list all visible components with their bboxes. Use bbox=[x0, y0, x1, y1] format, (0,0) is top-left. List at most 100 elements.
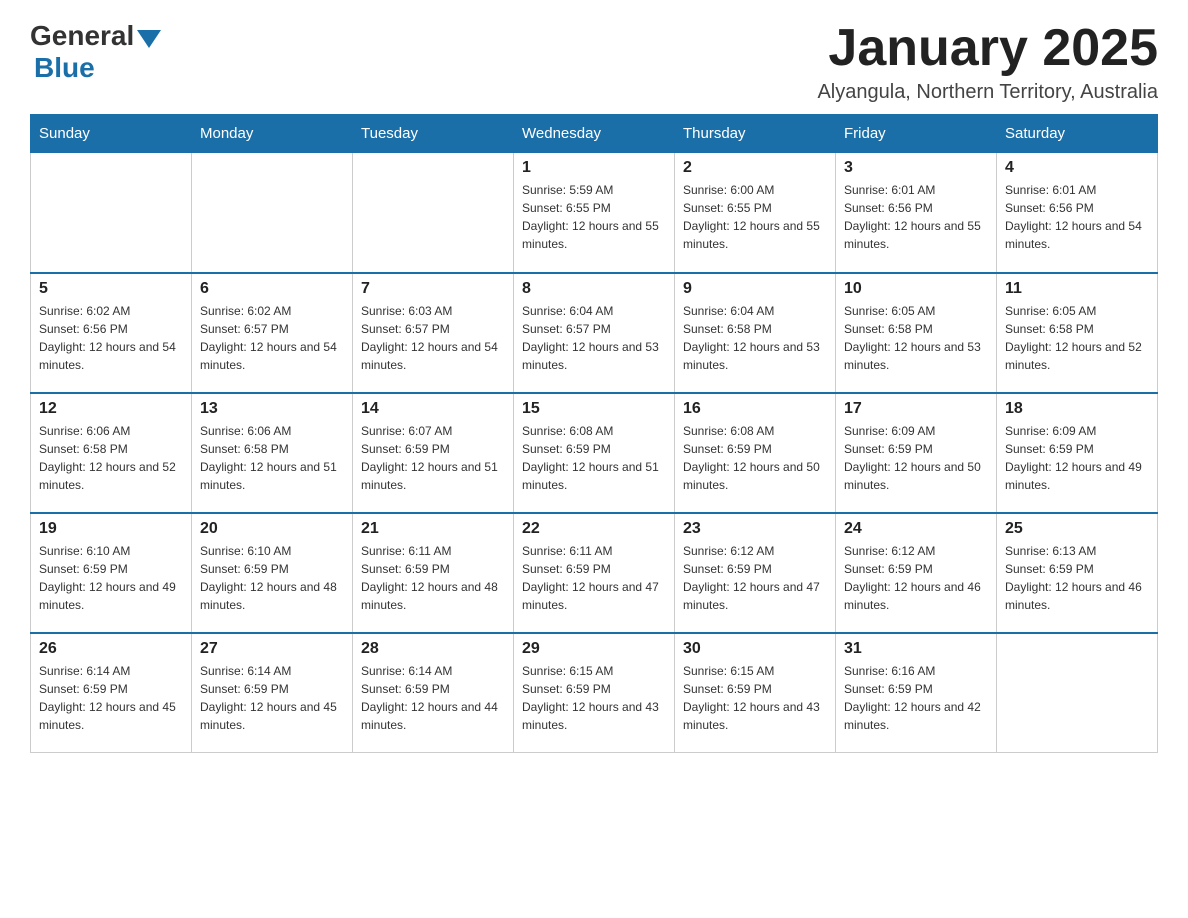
calendar-day-cell: 16 Sunrise: 6:08 AMSunset: 6:59 PMDayligh… bbox=[675, 393, 836, 513]
calendar-day-cell: 11 Sunrise: 6:05 AMSunset: 6:58 PMDayligh… bbox=[997, 273, 1158, 393]
day-info: Sunrise: 6:14 AMSunset: 6:59 PMDaylight:… bbox=[361, 662, 505, 734]
day-number: 25 bbox=[1005, 520, 1149, 538]
day-info: Sunrise: 6:10 AMSunset: 6:59 PMDaylight:… bbox=[39, 542, 183, 614]
day-number: 2 bbox=[683, 159, 827, 177]
calendar-day-cell: 13 Sunrise: 6:06 AMSunset: 6:58 PMDayligh… bbox=[192, 393, 353, 513]
calendar-day-cell: 22 Sunrise: 6:11 AMSunset: 6:59 PMDayligh… bbox=[514, 513, 675, 633]
calendar-day-cell: 18Sunrise: 6:09 AMSunset: 6:59 PMDayligh… bbox=[997, 393, 1158, 513]
day-info: Sunrise: 6:04 AMSunset: 6:57 PMDaylight:… bbox=[522, 302, 666, 374]
calendar-day-cell: 12 Sunrise: 6:06 AMSunset: 6:58 PMDayligh… bbox=[31, 393, 192, 513]
calendar-week-row: 5Sunrise: 6:02 AMSunset: 6:56 PMDaylight… bbox=[31, 273, 1158, 393]
calendar-day-header: Sunday bbox=[31, 115, 192, 153]
day-info: Sunrise: 6:06 AMSunset: 6:58 PMDaylight:… bbox=[39, 422, 183, 494]
calendar-day-header: Friday bbox=[836, 115, 997, 153]
day-number: 4 bbox=[1005, 159, 1149, 177]
day-info: Sunrise: 6:09 AMSunset: 6:59 PMDaylight:… bbox=[844, 422, 988, 494]
calendar-day-header: Monday bbox=[192, 115, 353, 153]
day-number: 15 bbox=[522, 400, 666, 418]
day-info: Sunrise: 6:01 AMSunset: 6:56 PMDaylight:… bbox=[844, 181, 988, 253]
calendar-day-header: Thursday bbox=[675, 115, 836, 153]
calendar-day-cell: 7 Sunrise: 6:03 AMSunset: 6:57 PMDaylight… bbox=[353, 273, 514, 393]
day-number: 8 bbox=[522, 280, 666, 298]
day-info: Sunrise: 6:05 AMSunset: 6:58 PMDaylight:… bbox=[844, 302, 988, 374]
calendar-day-cell: 2 Sunrise: 6:00 AMSunset: 6:55 PMDaylight… bbox=[675, 153, 836, 273]
page-header: General Blue January 2025 Alyangula, Nor… bbox=[30, 20, 1158, 104]
calendar-day-cell: 17 Sunrise: 6:09 AMSunset: 6:59 PMDayligh… bbox=[836, 393, 997, 513]
logo-blue-text: Blue bbox=[34, 52, 95, 83]
day-info: Sunrise: 6:11 AMSunset: 6:59 PMDaylight:… bbox=[361, 542, 505, 614]
calendar-day-cell: 25 Sunrise: 6:13 AMSunset: 6:59 PMDayligh… bbox=[997, 513, 1158, 633]
calendar-day-cell bbox=[997, 633, 1158, 753]
calendar-week-row: 19Sunrise: 6:10 AMSunset: 6:59 PMDayligh… bbox=[31, 513, 1158, 633]
day-info: Sunrise: 6:03 AMSunset: 6:57 PMDaylight:… bbox=[361, 302, 505, 374]
calendar-day-cell: 9Sunrise: 6:04 AMSunset: 6:58 PMDaylight… bbox=[675, 273, 836, 393]
day-number: 26 bbox=[39, 640, 183, 658]
day-info: Sunrise: 6:01 AMSunset: 6:56 PMDaylight:… bbox=[1005, 181, 1149, 253]
calendar-day-cell: 15 Sunrise: 6:08 AMSunset: 6:59 PMDayligh… bbox=[514, 393, 675, 513]
day-number: 27 bbox=[200, 640, 344, 658]
day-number: 12 bbox=[39, 400, 183, 418]
calendar-day-cell: 20 Sunrise: 6:10 AMSunset: 6:59 PMDayligh… bbox=[192, 513, 353, 633]
calendar-week-row: 1Sunrise: 5:59 AMSunset: 6:55 PMDaylight… bbox=[31, 153, 1158, 273]
calendar-week-row: 12 Sunrise: 6:06 AMSunset: 6:58 PMDayligh… bbox=[31, 393, 1158, 513]
calendar-day-cell: 27 Sunrise: 6:14 AMSunset: 6:59 PMDayligh… bbox=[192, 633, 353, 753]
day-info: Sunrise: 6:13 AMSunset: 6:59 PMDaylight:… bbox=[1005, 542, 1149, 614]
day-info: Sunrise: 6:12 AMSunset: 6:59 PMDaylight:… bbox=[844, 542, 988, 614]
calendar-day-cell bbox=[192, 153, 353, 273]
calendar-day-cell: 1Sunrise: 5:59 AMSunset: 6:55 PMDaylight… bbox=[514, 153, 675, 273]
calendar-day-cell: 4 Sunrise: 6:01 AMSunset: 6:56 PMDaylight… bbox=[997, 153, 1158, 273]
logo: General Blue bbox=[30, 20, 164, 84]
day-info: Sunrise: 6:00 AMSunset: 6:55 PMDaylight:… bbox=[683, 181, 827, 253]
day-info: Sunrise: 6:16 AMSunset: 6:59 PMDaylight:… bbox=[844, 662, 988, 734]
calendar-week-row: 26 Sunrise: 6:14 AMSunset: 6:59 PMDayligh… bbox=[31, 633, 1158, 753]
day-info: Sunrise: 6:06 AMSunset: 6:58 PMDaylight:… bbox=[200, 422, 344, 494]
logo-arrow-icon bbox=[137, 30, 161, 48]
day-number: 6 bbox=[200, 280, 344, 298]
day-info: Sunrise: 6:05 AMSunset: 6:58 PMDaylight:… bbox=[1005, 302, 1149, 374]
calendar-day-cell: 5Sunrise: 6:02 AMSunset: 6:56 PMDaylight… bbox=[31, 273, 192, 393]
day-number: 10 bbox=[844, 280, 988, 298]
calendar-day-cell: 3 Sunrise: 6:01 AMSunset: 6:56 PMDaylight… bbox=[836, 153, 997, 273]
calendar-table: SundayMondayTuesdayWednesdayThursdayFrid… bbox=[30, 114, 1158, 753]
day-number: 11 bbox=[1005, 280, 1149, 298]
calendar-day-header: Tuesday bbox=[353, 115, 514, 153]
day-info: Sunrise: 6:14 AMSunset: 6:59 PMDaylight:… bbox=[200, 662, 344, 734]
day-number: 7 bbox=[361, 280, 505, 298]
day-info: Sunrise: 6:07 AMSunset: 6:59 PMDaylight:… bbox=[361, 422, 505, 494]
calendar-day-cell bbox=[31, 153, 192, 273]
day-number: 18 bbox=[1005, 400, 1149, 418]
calendar-day-cell: 14Sunrise: 6:07 AMSunset: 6:59 PMDayligh… bbox=[353, 393, 514, 513]
day-number: 31 bbox=[844, 640, 988, 658]
day-info: Sunrise: 6:15 AMSunset: 6:59 PMDaylight:… bbox=[522, 662, 666, 734]
day-number: 21 bbox=[361, 520, 505, 538]
day-info: Sunrise: 6:08 AMSunset: 6:59 PMDaylight:… bbox=[683, 422, 827, 494]
day-info: Sunrise: 6:08 AMSunset: 6:59 PMDaylight:… bbox=[522, 422, 666, 494]
calendar-day-header: Saturday bbox=[997, 115, 1158, 153]
calendar-day-cell: 26Sunrise: 6:14 AMSunset: 6:59 PMDayligh… bbox=[31, 633, 192, 753]
calendar-day-cell: 21 Sunrise: 6:11 AMSunset: 6:59 PMDayligh… bbox=[353, 513, 514, 633]
day-number: 3 bbox=[844, 159, 988, 177]
day-info: Sunrise: 6:02 AMSunset: 6:57 PMDaylight:… bbox=[200, 302, 344, 374]
calendar-day-cell: 10 Sunrise: 6:05 AMSunset: 6:58 PMDayligh… bbox=[836, 273, 997, 393]
day-info: Sunrise: 6:10 AMSunset: 6:59 PMDaylight:… bbox=[200, 542, 344, 614]
calendar-day-cell: 30Sunrise: 6:15 AMSunset: 6:59 PMDayligh… bbox=[675, 633, 836, 753]
logo-general-text: General bbox=[30, 20, 134, 52]
day-number: 20 bbox=[200, 520, 344, 538]
calendar-day-cell: 8 Sunrise: 6:04 AMSunset: 6:57 PMDaylight… bbox=[514, 273, 675, 393]
day-number: 16 bbox=[683, 400, 827, 418]
day-info: Sunrise: 5:59 AMSunset: 6:55 PMDaylight:… bbox=[522, 181, 666, 253]
day-number: 22 bbox=[522, 520, 666, 538]
day-info: Sunrise: 6:02 AMSunset: 6:56 PMDaylight:… bbox=[39, 302, 183, 374]
day-number: 13 bbox=[200, 400, 344, 418]
day-number: 29 bbox=[522, 640, 666, 658]
day-number: 30 bbox=[683, 640, 827, 658]
calendar-day-cell: 24Sunrise: 6:12 AMSunset: 6:59 PMDayligh… bbox=[836, 513, 997, 633]
calendar-day-cell: 31 Sunrise: 6:16 AMSunset: 6:59 PMDayligh… bbox=[836, 633, 997, 753]
day-number: 9 bbox=[683, 280, 827, 298]
calendar-header-row: SundayMondayTuesdayWednesdayThursdayFrid… bbox=[31, 115, 1158, 153]
day-number: 17 bbox=[844, 400, 988, 418]
title-area: January 2025 Alyangula, Northern Territo… bbox=[817, 20, 1158, 104]
day-number: 28 bbox=[361, 640, 505, 658]
day-info: Sunrise: 6:11 AMSunset: 6:59 PMDaylight:… bbox=[522, 542, 666, 614]
calendar-day-cell: 6 Sunrise: 6:02 AMSunset: 6:57 PMDaylight… bbox=[192, 273, 353, 393]
